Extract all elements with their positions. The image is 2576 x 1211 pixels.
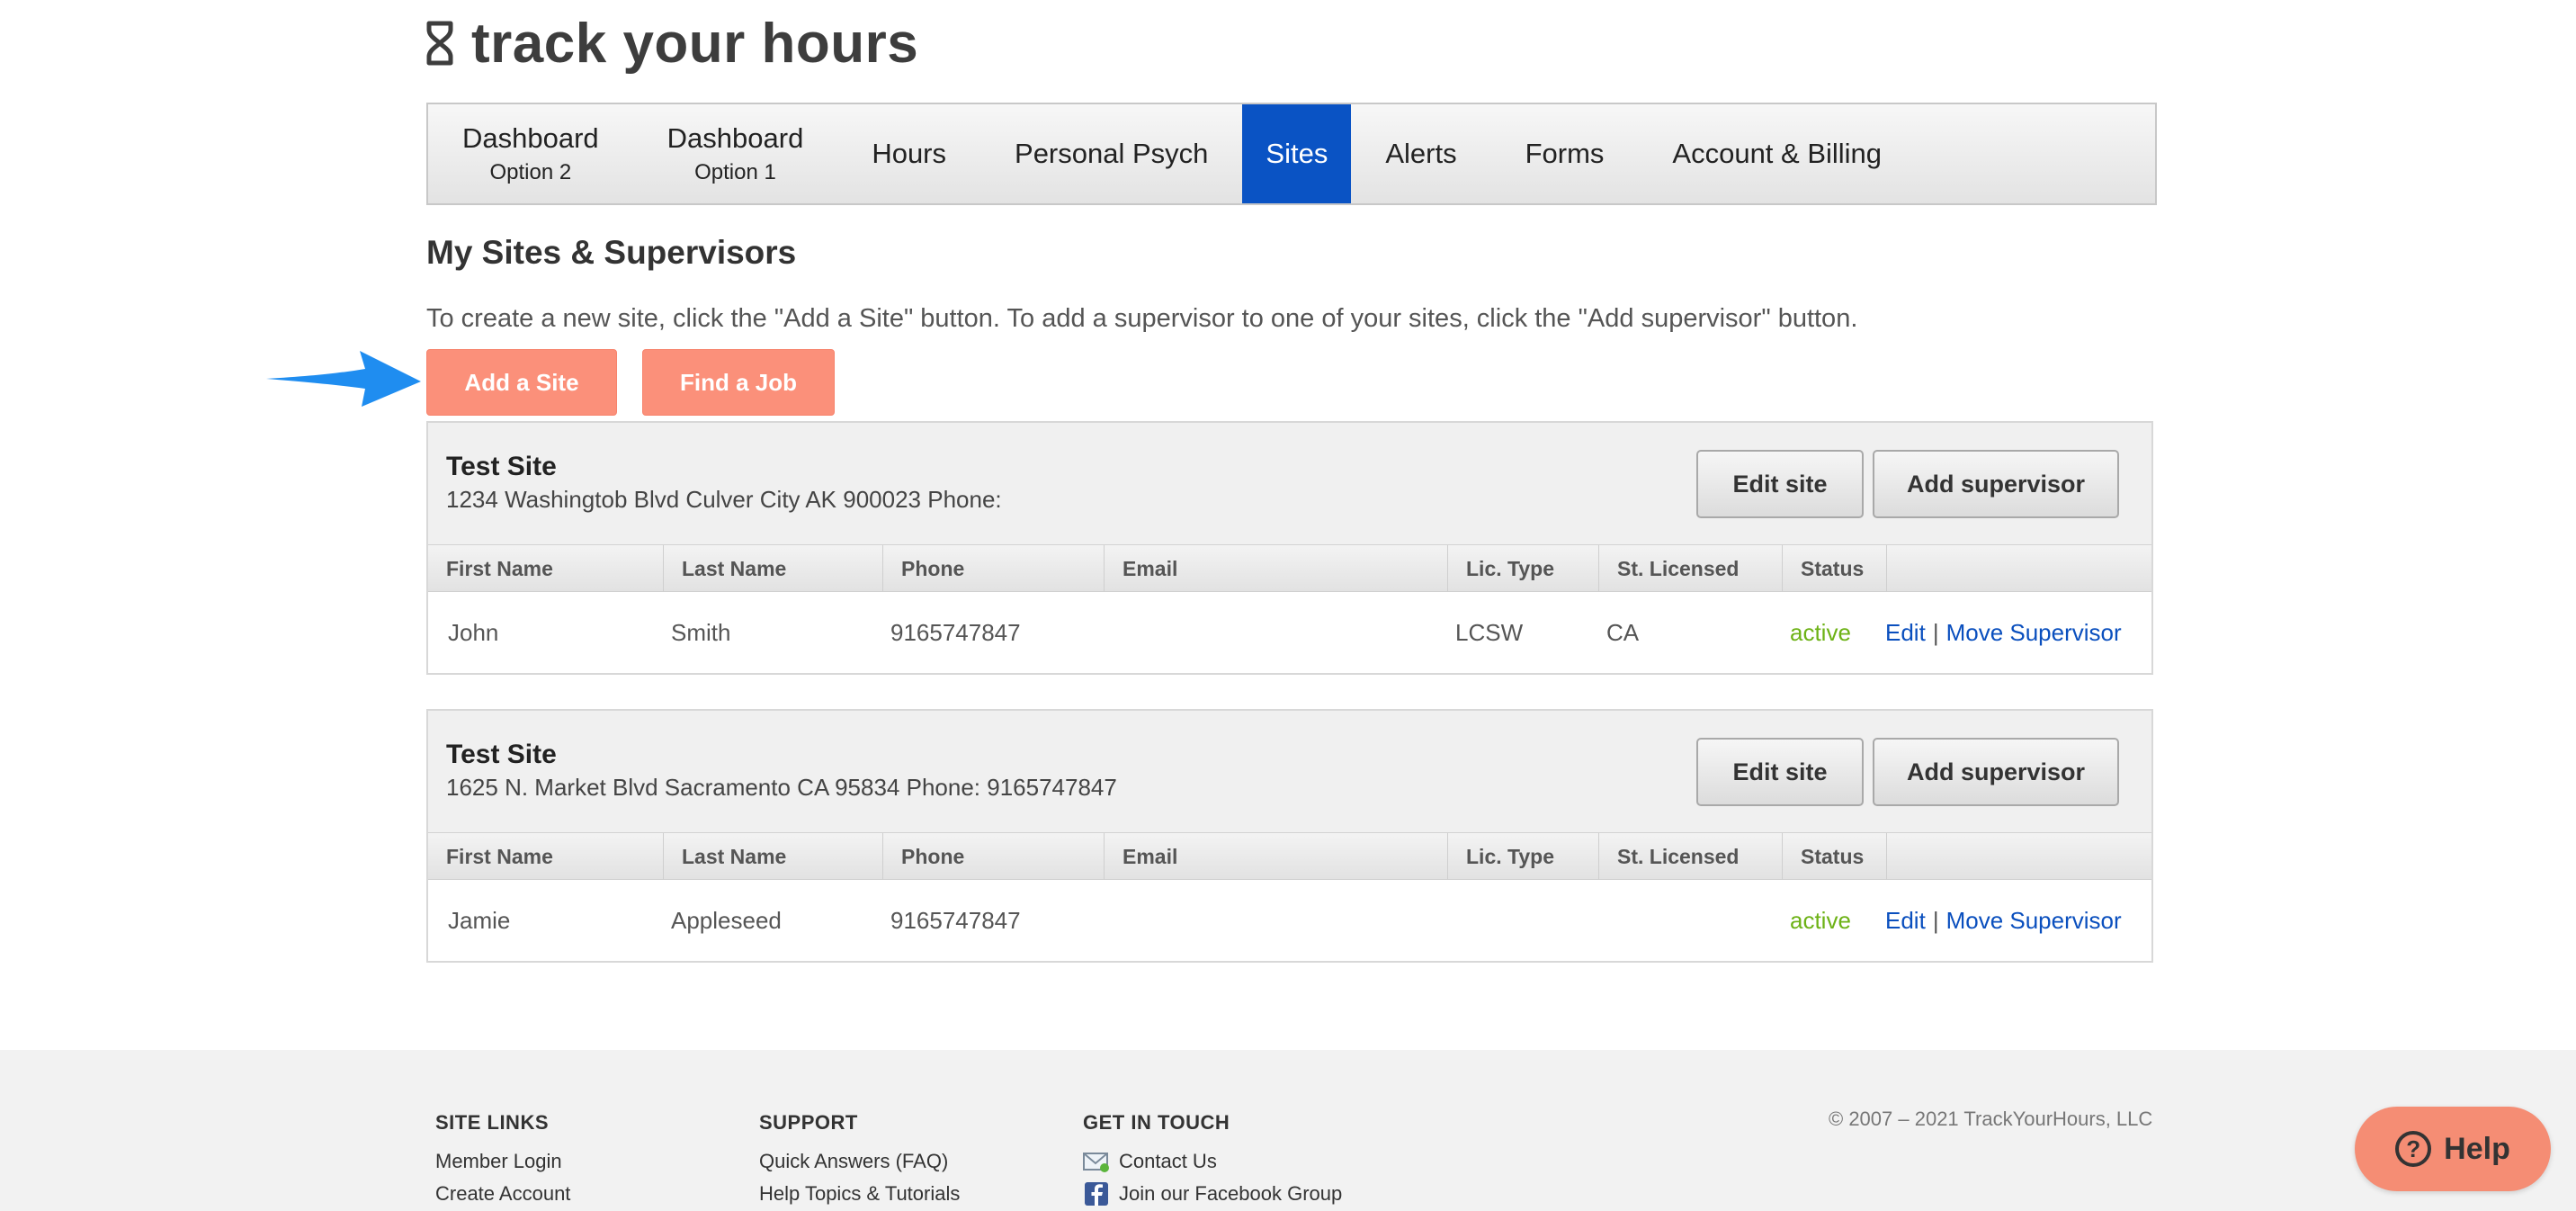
cell-first-name: John (448, 618, 499, 646)
footer-heading: SITE LINKS (435, 1111, 550, 1134)
site-name: Test Site (446, 452, 557, 481)
col-st-licensed: St. Licensed (1599, 545, 1783, 592)
facebook-icon (1085, 1182, 1108, 1206)
nav-label: Sites (1266, 138, 1328, 169)
nav-label: Dashboard (462, 122, 599, 154)
facebook-group-label: Join our Facebook Group (1119, 1182, 1343, 1205)
nav-label: Account & Billing (1672, 138, 1883, 169)
cell-last-name: Smith (671, 618, 731, 646)
footer-support: SUPPORT Quick Answers (FAQ) Help Topics … (759, 1111, 960, 1211)
page-instructions: To create a new site, click the "Add a S… (426, 304, 1858, 333)
nav-label: Alerts (1385, 138, 1457, 169)
cell-phone: 9165747847 (890, 906, 1021, 934)
add-site-button[interactable]: Add a Site (426, 349, 617, 416)
status-badge: active (1790, 618, 1851, 646)
table-row: John Smith 9165747847 LCSW CA active Edi… (428, 592, 2151, 673)
row-actions: Edit | Move Supervisor (1874, 619, 2122, 647)
contact-us-label: Contact Us (1119, 1150, 1217, 1172)
row-actions: Edit | Move Supervisor (1874, 907, 2122, 935)
edit-site-button[interactable]: Edit site (1696, 450, 1864, 518)
site-name: Test Site (446, 740, 557, 769)
cell-lic-type: LCSW (1455, 618, 1524, 646)
nav-alerts[interactable]: Alerts (1351, 104, 1490, 203)
table-row: Jamie Appleseed 9165747847 active Edit | M… (428, 880, 2151, 961)
site-header: Test Site 1625 N. Market Blvd Sacramento… (428, 711, 2151, 833)
footer-site-links: SITE LINKS Member Login Create Account (435, 1111, 570, 1211)
arrow-right-icon (266, 351, 421, 407)
footer: SITE LINKS Member Login Create Account S… (0, 1050, 2576, 1211)
footer-heading: GET IN TOUCH (1083, 1111, 1230, 1134)
table-header: First Name Last Name Phone Email Lic. Ty… (428, 545, 2151, 592)
col-lic-type: Lic. Type (1448, 545, 1599, 592)
site-header: Test Site 1234 Washingtob Blvd Culver Ci… (428, 423, 2151, 545)
footer-heading: SUPPORT (759, 1111, 858, 1134)
nav-sublabel: Option 1 (694, 160, 776, 184)
find-job-button[interactable]: Find a Job (642, 349, 835, 416)
nav-dashboard-option-1[interactable]: Dashboard Option 1 (633, 104, 838, 203)
faq-link[interactable]: Quick Answers (FAQ) (759, 1150, 960, 1172)
nav-label: Forms (1525, 138, 1605, 169)
hourglass-icon (426, 21, 453, 66)
col-first-name: First Name (428, 833, 664, 880)
help-label: Help (2444, 1131, 2510, 1166)
nav-personal-psych[interactable]: Personal Psych (980, 104, 1242, 203)
cell-last-name: Appleseed (671, 906, 782, 934)
copyright: © 2007 – 2021 TrackYourHours, LLC (1829, 1108, 2153, 1130)
site-address: 1234 Washingtob Blvd Culver City AK 9000… (446, 486, 1002, 513)
logo-text: track your hours (471, 12, 919, 75)
col-phone: Phone (883, 545, 1105, 592)
site-panel: Test Site 1625 N. Market Blvd Sacramento… (426, 709, 2153, 963)
edit-site-button[interactable]: Edit site (1696, 738, 1864, 806)
nav-dashboard-option-2[interactable]: Dashboard Option 2 (428, 104, 633, 203)
separator: | (1932, 618, 1939, 646)
nav-label: Hours (872, 138, 947, 169)
edit-supervisor-link[interactable]: Edit (1885, 619, 1926, 646)
col-last-name: Last Name (664, 833, 883, 880)
mail-icon (1083, 1153, 1109, 1172)
page-title: My Sites & Supervisors (426, 234, 797, 271)
main-nav: Dashboard Option 2 Dashboard Option 1 Ho… (426, 103, 2157, 205)
create-account-link[interactable]: Create Account (435, 1182, 570, 1205)
help-button[interactable]: ? Help (2355, 1107, 2551, 1191)
add-supervisor-button[interactable]: Add supervisor (1873, 738, 2119, 806)
separator: | (1932, 906, 1939, 934)
footer-contact: GET IN TOUCH Contact Us Join our Faceboo… (1083, 1111, 1342, 1211)
cell-phone: 9165747847 (890, 618, 1021, 646)
nav-hours[interactable]: Hours (837, 104, 980, 203)
facebook-group-link[interactable]: Join our Facebook Group (1083, 1182, 1343, 1206)
nav-forms[interactable]: Forms (1491, 104, 1639, 203)
cell-first-name: Jamie (448, 906, 511, 934)
table-header: First Name Last Name Phone Email Lic. Ty… (428, 833, 2151, 880)
status-badge: active (1790, 906, 1851, 934)
site-panel: Test Site 1234 Washingtob Blvd Culver Ci… (426, 421, 2153, 675)
nav-label: Dashboard (666, 122, 804, 154)
add-supervisor-button[interactable]: Add supervisor (1873, 450, 2119, 518)
help-topics-link[interactable]: Help Topics & Tutorials (759, 1182, 960, 1205)
col-actions (1887, 833, 2151, 880)
col-actions (1887, 545, 2151, 592)
col-st-licensed: St. Licensed (1599, 833, 1783, 880)
col-email: Email (1105, 833, 1448, 880)
col-last-name: Last Name (664, 545, 883, 592)
col-status: Status (1783, 833, 1887, 880)
nav-sites[interactable]: Sites (1242, 104, 1352, 203)
nav-label: Personal Psych (1015, 138, 1209, 169)
nav-account-billing[interactable]: Account & Billing (1638, 104, 1916, 203)
question-icon: ? (2395, 1131, 2432, 1167)
edit-supervisor-link[interactable]: Edit (1885, 907, 1926, 934)
nav-sublabel: Option 2 (489, 160, 572, 184)
col-lic-type: Lic. Type (1448, 833, 1599, 880)
move-supervisor-link[interactable]: Move Supervisor (1946, 907, 2122, 934)
logo[interactable]: track your hours (426, 7, 918, 79)
member-login-link[interactable]: Member Login (435, 1150, 570, 1172)
col-status: Status (1783, 545, 1887, 592)
col-phone: Phone (883, 833, 1105, 880)
site-address: 1625 N. Market Blvd Sacramento CA 95834 … (446, 774, 1117, 801)
move-supervisor-link[interactable]: Move Supervisor (1946, 619, 2122, 646)
contact-us-link[interactable]: Contact Us (1083, 1150, 1342, 1172)
cell-st-licensed: CA (1606, 618, 1640, 646)
col-first-name: First Name (428, 545, 664, 592)
col-email: Email (1105, 545, 1448, 592)
